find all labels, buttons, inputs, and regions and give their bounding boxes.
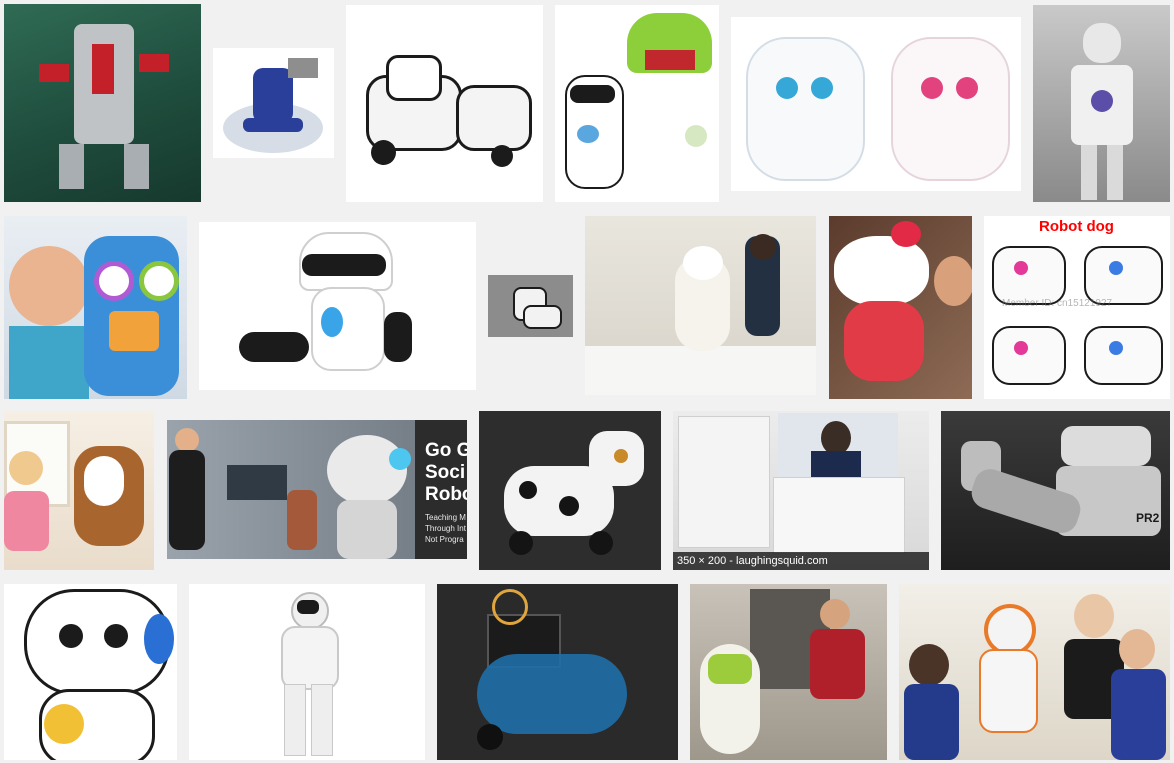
image-result-spotted-robot-dog[interactable]	[479, 411, 661, 570]
pr2-robot-image: PR2	[941, 411, 1170, 570]
classroom-nao-image	[899, 584, 1170, 760]
image-result-robot-puppies[interactable]	[731, 17, 1021, 191]
robot-puppies-image	[731, 17, 1021, 191]
asimo-robot-image	[189, 584, 425, 760]
image-result-kiosk-telepresence[interactable]: 350 × 200 - laughingsquid.com	[673, 411, 929, 570]
blue-robot-image	[213, 48, 334, 158]
image-result-blue-wheeled-bot[interactable]	[437, 584, 678, 760]
social-sign-subtitle: Teaching M Through Int Not Progra	[425, 513, 466, 544]
image-result-care-robot[interactable]	[585, 216, 816, 395]
image-result-mip-robot[interactable]	[199, 222, 476, 390]
image-result-girl-with-robot-dog[interactable]	[4, 411, 154, 570]
humanoid-robot-image	[1033, 5, 1170, 202]
robot-kit-image	[4, 4, 201, 202]
pr2-label: PR2	[1136, 511, 1160, 525]
white-toy-robot-image	[4, 584, 177, 760]
kiosk-image-caption: 350 × 200 - laughingsquid.com	[673, 552, 929, 570]
kameri-robot-image	[690, 584, 887, 760]
image-result-classroom-nao[interactable]	[899, 584, 1170, 760]
image-result-asimo-robot[interactable]	[189, 584, 425, 760]
image-result-small-robot-dog[interactable]	[488, 275, 573, 337]
robot-dog-watermark: Member ID: cn15121927	[1002, 298, 1113, 309]
image-result-kid-with-toy-robot[interactable]	[4, 216, 187, 399]
kiosk-telepresence-image: 350 × 200 - laughingsquid.com	[673, 411, 929, 570]
kid-with-toy-robot-image	[4, 216, 187, 399]
image-result-dino-mip[interactable]	[555, 5, 719, 202]
robot-dog-ad-image: Robot dog Member ID: cn15121927	[984, 216, 1170, 399]
image-results-grid: Robot dog Member ID: cn15121927 Go G Soc…	[0, 0, 1174, 763]
image-result-hello-kitty-robot[interactable]	[829, 216, 972, 399]
image-result-white-toy-robot[interactable]	[4, 584, 177, 760]
image-result-blue-robot[interactable]	[213, 48, 334, 158]
blue-wheeled-bot-image	[437, 584, 678, 760]
hello-kitty-robot-image	[829, 216, 972, 399]
social-robot-image: Go G Soci Robo Teaching M Through Int No…	[167, 420, 467, 559]
care-robot-image	[585, 216, 816, 395]
social-sign-title: Go G Soci Robo	[425, 440, 467, 505]
image-result-humanoid-robot[interactable]	[1033, 5, 1170, 202]
small-robot-dog-image	[488, 275, 573, 337]
image-result-pr2-robot[interactable]: PR2	[941, 411, 1170, 570]
image-result-robot-dogs[interactable]	[346, 5, 543, 202]
image-result-robot-kit[interactable]	[4, 4, 201, 202]
robot-dog-label: Robot dog	[1039, 218, 1114, 235]
social-robot-sign: Go G Soci Robo Teaching M Through Int No…	[415, 420, 467, 559]
girl-with-robot-dog-image	[4, 411, 154, 570]
image-result-kameri-robot[interactable]	[690, 584, 887, 760]
spotted-robot-dog-image	[479, 411, 661, 570]
image-result-social-robot[interactable]: Go G Soci Robo Teaching M Through Int No…	[167, 420, 467, 559]
mip-robot-image	[199, 222, 476, 390]
image-result-robot-dog-ad[interactable]: Robot dog Member ID: cn15121927	[984, 216, 1170, 399]
dino-mip-image	[555, 5, 719, 202]
robot-dogs-image	[346, 5, 543, 202]
